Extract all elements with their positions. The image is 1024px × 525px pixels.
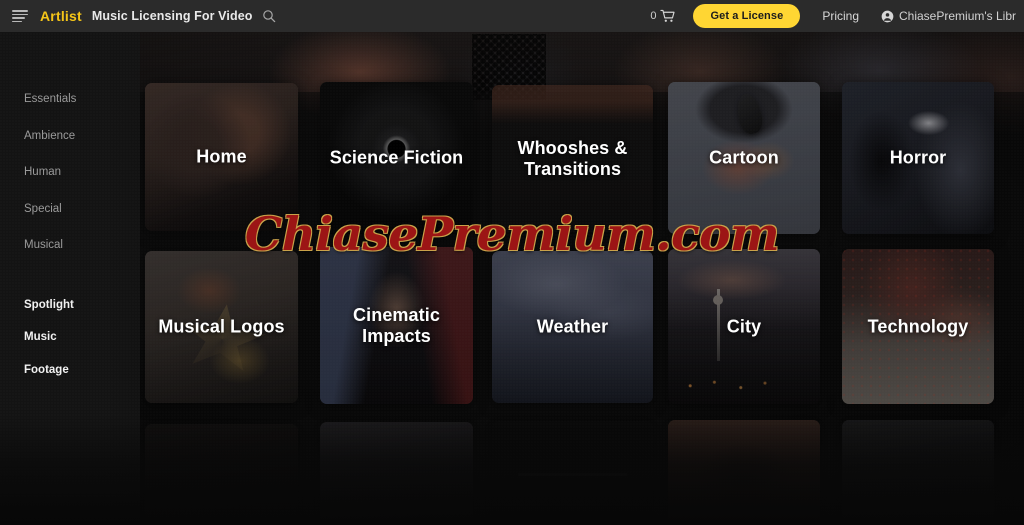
category-card-weather[interactable]: Weather xyxy=(492,251,653,403)
sidebar-item-special[interactable]: Special xyxy=(24,203,140,216)
card-label: Cinematic Impacts xyxy=(353,304,440,346)
user-library-label: ChiasePremium's Libr xyxy=(899,9,1016,23)
card-label: Science Fiction xyxy=(329,147,464,168)
card-label: Horror xyxy=(889,147,947,168)
sidebar-item-music[interactable]: Music xyxy=(24,331,140,344)
category-card-science-fiction[interactable]: Science Fiction xyxy=(320,82,473,234)
cart-count: 0 xyxy=(650,10,657,22)
card-label: Weather xyxy=(536,316,609,337)
category-card-city[interactable]: City xyxy=(668,249,820,404)
pricing-link[interactable]: Pricing xyxy=(822,9,859,23)
sidebar-item-ambience[interactable]: Ambience xyxy=(24,130,140,143)
artlist-logo[interactable]: Artlist xyxy=(40,8,82,24)
sidebar-item-essentials[interactable]: Essentials xyxy=(24,93,140,106)
hamburger-menu-icon[interactable] xyxy=(12,10,28,22)
card-label: Whooshes & Transitions xyxy=(517,137,628,179)
category-card-horror[interactable]: Horror xyxy=(842,82,994,234)
category-card-cartoon[interactable]: Cartoon xyxy=(668,82,820,234)
category-card-musical-logos[interactable]: Musical Logos xyxy=(145,251,298,403)
card-label: Musical Logos xyxy=(158,316,285,337)
search-icon[interactable] xyxy=(262,9,276,23)
user-avatar-icon xyxy=(881,10,894,23)
top-navigation-bar: Artlist Music Licensing For Video 0 Get … xyxy=(0,0,1024,32)
get-a-license-button[interactable]: Get a License xyxy=(693,4,801,28)
category-card-whooshes-transitions[interactable]: Whooshes & Transitions xyxy=(492,85,653,232)
artlist-browse-page: Artlist Music Licensing For Video 0 Get … xyxy=(0,0,1024,525)
sidebar-item-human[interactable]: Human xyxy=(24,166,140,179)
card-label: Cartoon xyxy=(709,147,779,168)
sidebar-item-musical[interactable]: Musical xyxy=(24,239,140,252)
header-actions: 0 Get a License Pricing ChiasePremium's … xyxy=(650,4,1016,28)
bottom-fade-overlay xyxy=(0,415,1024,525)
page-title: Music Licensing For Video xyxy=(91,9,253,23)
sidebar-item-spotlight[interactable]: Spotlight xyxy=(24,299,140,312)
cart-button[interactable]: 0 xyxy=(650,9,676,23)
card-label: Home xyxy=(196,146,247,167)
category-card-home[interactable]: Home xyxy=(145,83,298,231)
user-library-menu[interactable]: ChiasePremium's Libr xyxy=(881,9,1016,23)
card-label: Technology xyxy=(867,315,969,336)
category-card-technology[interactable]: Technology xyxy=(842,249,994,404)
card-label: City xyxy=(726,315,762,336)
sidebar-item-footage[interactable]: Footage xyxy=(24,364,140,377)
category-card-cinematic-impacts[interactable]: Cinematic Impacts xyxy=(320,247,473,404)
sidebar-divider xyxy=(24,277,140,300)
shopping-cart-icon xyxy=(660,9,676,23)
